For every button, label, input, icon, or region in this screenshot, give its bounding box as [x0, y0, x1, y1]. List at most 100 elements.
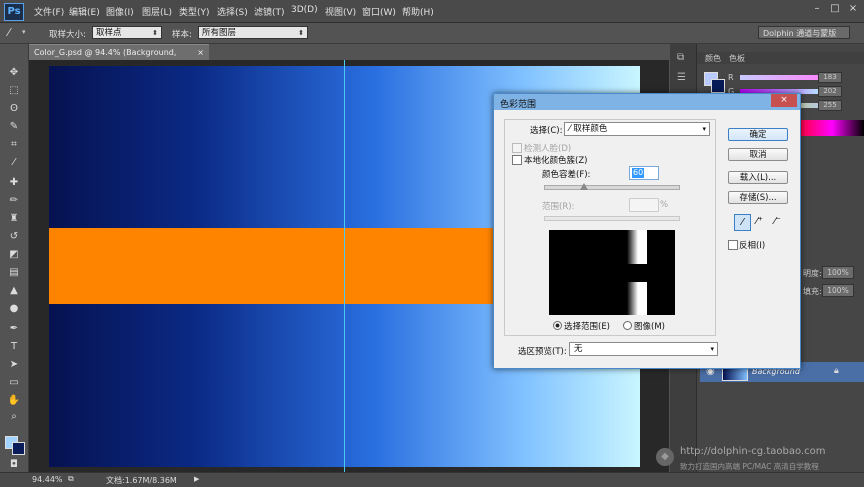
sample-size-value: 取样点 [96, 28, 122, 38]
marquee-tool-icon[interactable]: ⬚ [6, 84, 22, 98]
add-to-sample-icon[interactable]: ⁄⁺ [752, 214, 767, 229]
menu-view[interactable]: 视图(V) [325, 5, 356, 18]
dialog-titlebar[interactable]: 色彩范围 × [494, 94, 800, 110]
rectangle-tool-icon[interactable]: ▭ [6, 376, 22, 390]
workspace-value: Dolphin 通道与蒙版 [763, 29, 837, 38]
load-button[interactable]: 载入(L)... [728, 171, 788, 184]
move-tool-icon[interactable]: ✥ [6, 66, 22, 80]
fill-field[interactable]: 100% [822, 284, 854, 297]
range-input[interactable] [629, 198, 659, 212]
tab-swatches[interactable]: 色板 [729, 53, 745, 64]
quick-select-tool-icon[interactable]: ✎ [6, 120, 22, 134]
color-spectrum-ramp[interactable] [800, 120, 864, 136]
sample-size-label: 取样大小: [49, 30, 86, 40]
cancel-button[interactable]: 取消 [728, 148, 788, 161]
status-menu-arrow-icon[interactable]: ▶ [194, 475, 199, 483]
r-slider[interactable] [740, 75, 830, 80]
ok-button[interactable]: 确定 [728, 128, 788, 141]
r-slider-label: R [728, 73, 734, 82]
dialog-title: 色彩范围 [500, 100, 537, 110]
save-button[interactable]: 存储(S)... [728, 191, 788, 204]
menu-edit[interactable]: 编辑(E) [69, 5, 100, 18]
dodge-tool-icon[interactable]: ● [6, 302, 22, 316]
zoom-tool-icon[interactable]: ⌕ [6, 410, 22, 424]
range-slider[interactable] [544, 216, 680, 221]
close-tab-icon[interactable]: × [197, 45, 204, 61]
sample-select[interactable]: 所有图层 ⬍ [198, 26, 308, 39]
eyedropper-icon[interactable]: ⁄ [8, 26, 10, 39]
fuzziness-slider-thumb[interactable] [580, 183, 588, 190]
dialog-close-button[interactable]: × [771, 94, 797, 107]
vertical-guide[interactable] [344, 60, 345, 472]
healing-tool-icon[interactable]: ✚ [6, 176, 22, 190]
selection-radio[interactable] [553, 321, 562, 330]
localized-clusters-checkbox[interactable] [512, 155, 522, 165]
selection-preview[interactable]: ⁄ [549, 230, 675, 315]
workspace-select[interactable]: Dolphin 通道与蒙版 [758, 26, 850, 39]
maximize-icon[interactable]: □ [830, 4, 840, 14]
opacity-field[interactable]: 100% [822, 266, 854, 279]
type-tool-icon[interactable]: T [6, 340, 22, 354]
tab-color[interactable]: 颜色 [705, 53, 721, 64]
image-radio[interactable] [623, 321, 632, 330]
hand-tool-icon[interactable]: ✋ [6, 394, 22, 408]
pen-tool-icon[interactable]: ✒ [6, 322, 22, 336]
image-radio-label: 图像(M) [634, 322, 665, 332]
watermark-tagline: 致力打造国内高端 PC/MAC 高清自学教程 [680, 462, 819, 471]
minimize-icon[interactable]: – [812, 4, 822, 14]
menu-image[interactable]: 图像(I) [106, 5, 134, 18]
b-value[interactable]: 255 [818, 100, 842, 111]
menu-layer[interactable]: 图层(L) [142, 5, 172, 18]
detect-faces-checkbox[interactable] [512, 143, 522, 153]
subtract-from-sample-icon[interactable]: ⁄⁻ [770, 214, 785, 229]
gradient-tool-icon[interactable]: ▤ [6, 266, 22, 280]
background-color-swatch[interactable] [12, 442, 25, 455]
watermark-url: http://dolphin-cg.taobao.com [680, 446, 826, 457]
crop-tool-icon[interactable]: ⌗ [6, 138, 22, 152]
sample-size-select[interactable]: 取样点 ⬍ [92, 26, 162, 39]
status-export-icon[interactable]: ⧉ [68, 474, 74, 484]
invert-checkbox[interactable] [728, 240, 738, 250]
eyedropper-button[interactable]: ⁄ [734, 214, 751, 231]
lasso-tool-icon[interactable]: ʘ [6, 102, 22, 116]
brush-tool-icon[interactable]: ✏ [6, 194, 22, 208]
menu-filter[interactable]: 滤镜(T) [254, 5, 285, 18]
menu-window[interactable]: 窗口(W) [362, 5, 396, 18]
fuzziness-input[interactable]: 60 [629, 166, 659, 180]
eyedropper-tool-icon[interactable]: ⁄ [6, 156, 22, 170]
menu-3d[interactable]: 3D(D) [291, 5, 318, 15]
blur-tool-icon[interactable]: ▲ [6, 284, 22, 298]
selection-radio-label: 选择范围(E) [564, 322, 611, 332]
selection-preview-dropdown[interactable]: 无 ▾ [569, 342, 718, 356]
menu-file[interactable]: 文件(F) [34, 5, 64, 18]
status-bar: 94.44% ⧉ 文档:1.67M/8.36M ▶ [0, 472, 864, 487]
menu-type[interactable]: 类型(Y) [179, 5, 210, 18]
history-brush-icon[interactable]: ↺ [6, 230, 22, 244]
fill-label: 填充: [803, 287, 822, 296]
g-value[interactable]: 202 [818, 86, 842, 97]
options-bar: ⁄ ▾ 取样大小: 取样点 ⬍ 样本: 所有图层 ⬍ Dolphin 通道与蒙版 [0, 23, 864, 44]
opacity-label: 明度: [803, 269, 822, 278]
close-window-icon[interactable]: × [848, 4, 858, 14]
preview-lower-highlight [627, 282, 647, 315]
photoshop-logo: Ps [4, 3, 24, 21]
chevron-down-icon: ▾ [702, 125, 706, 133]
chevron-down-icon: ⬍ [152, 29, 158, 37]
r-value[interactable]: 183 [818, 72, 842, 83]
menu-help[interactable]: 帮助(H) [402, 5, 434, 18]
properties-panel-icon[interactable]: ☰ [677, 72, 686, 83]
zoom-level[interactable]: 94.44% [32, 475, 63, 484]
tool-preset-chevron-icon[interactable]: ▾ [22, 28, 26, 36]
select-dropdown[interactable]: ⁄ 取样颜色 ▾ [564, 122, 710, 136]
history-panel-icon[interactable]: ⧉ [677, 52, 684, 63]
quick-mask-icon[interactable]: ◘ [6, 458, 22, 472]
document-tab[interactable]: Color_G.psd @ 94.4% (Background, RGB/8*)… [29, 44, 209, 73]
eraser-tool-icon[interactable]: ◩ [6, 248, 22, 262]
fuzziness-slider[interactable] [544, 185, 680, 190]
stamp-tool-icon[interactable]: ♜ [6, 212, 22, 226]
document-info: 文档:1.67M/8.36M [106, 476, 177, 485]
preview-upper-highlight [627, 230, 647, 264]
path-select-icon[interactable]: ➤ [6, 358, 22, 372]
panel-background-swatch[interactable] [711, 79, 725, 93]
menu-select[interactable]: 选择(S) [217, 5, 248, 18]
